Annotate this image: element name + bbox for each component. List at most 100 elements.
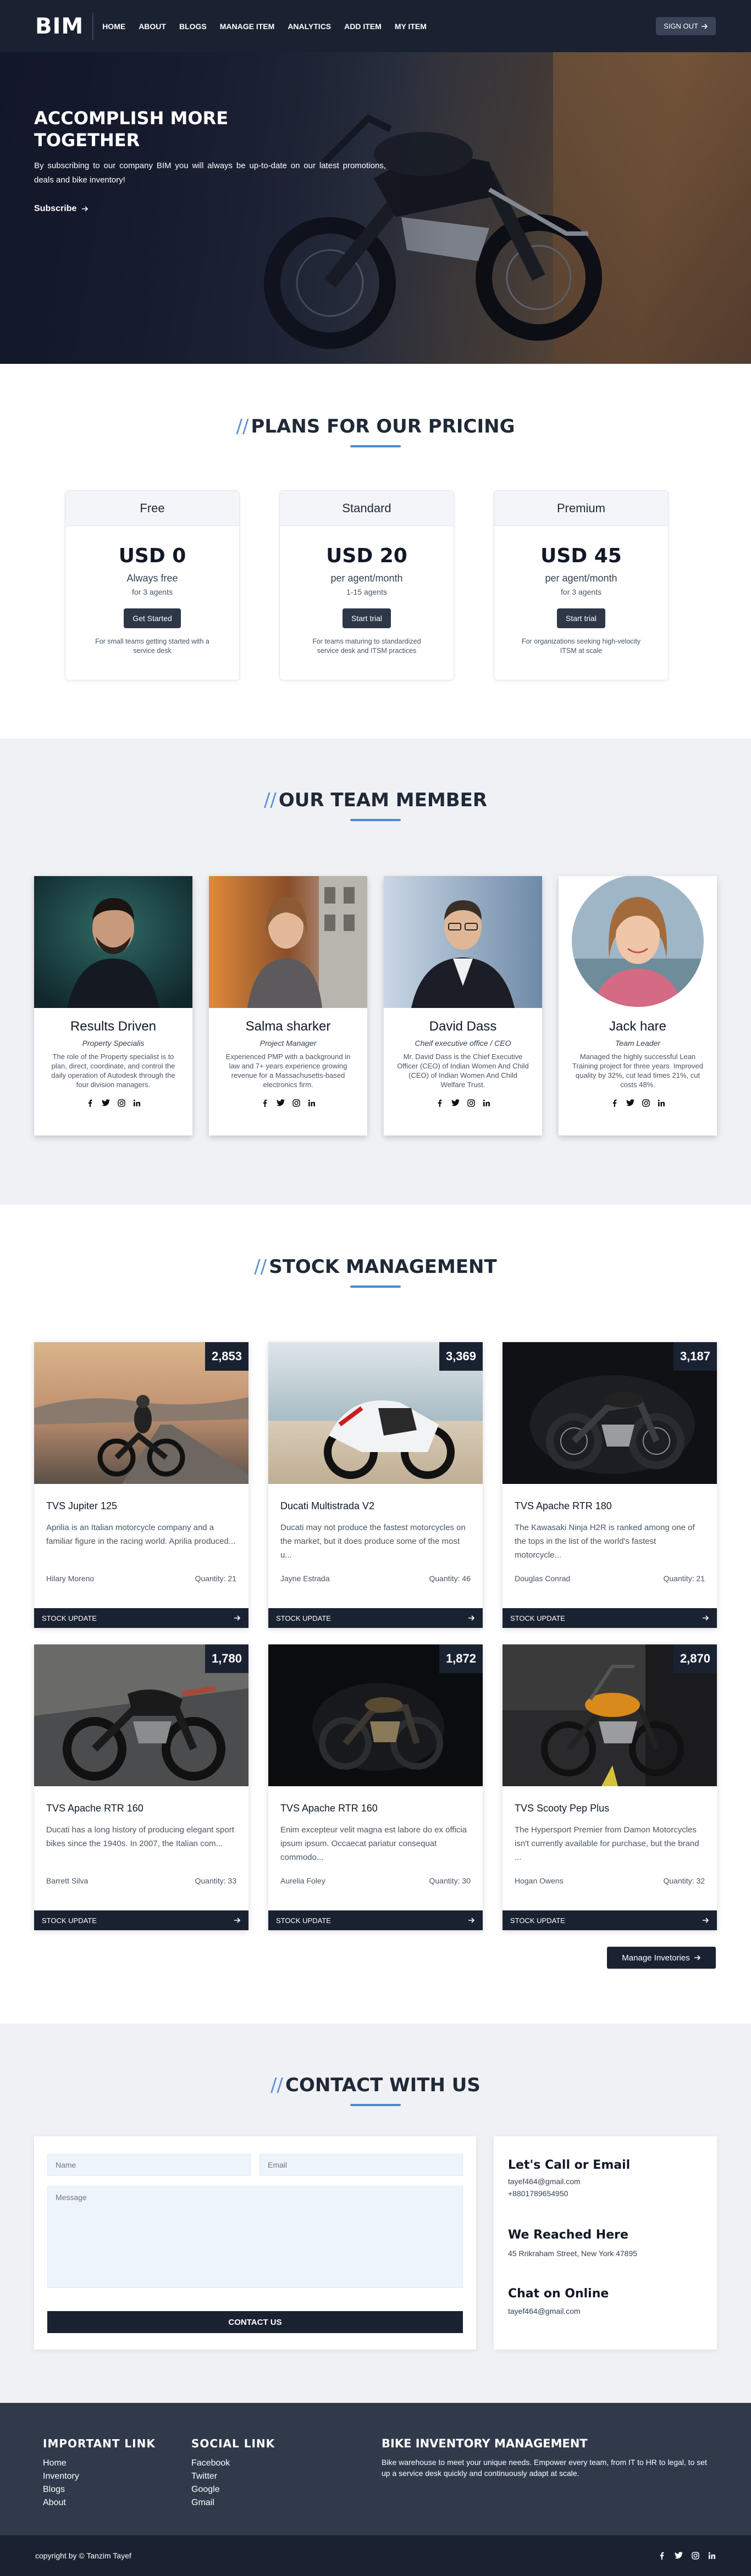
linkedin-icon[interactable] [483, 1099, 490, 1107]
instagram-icon[interactable] [467, 1099, 475, 1107]
instagram-icon[interactable] [117, 1099, 125, 1107]
instagram-icon[interactable] [642, 1099, 650, 1107]
stock-update-label: STOCK UPDATE [42, 1614, 97, 1622]
member-name: Jack hare [609, 1019, 667, 1034]
linkedin-icon[interactable] [658, 1099, 665, 1107]
manage-inventories-button[interactable]: Manage Invetories [607, 1947, 716, 1969]
chat-email[interactable]: tayef464@gmail.com [508, 2305, 703, 2317]
inventory-card: 3,369 Ducati Multistrada V2 Ducati may n… [268, 1342, 483, 1628]
member-role: Cheif executive office / CEO [415, 1039, 511, 1048]
facebook-icon[interactable] [436, 1099, 444, 1107]
arrow-right-icon [468, 1615, 475, 1621]
twitter-icon[interactable] [101, 1099, 110, 1107]
nav-analytics[interactable]: ANALYTICS [288, 22, 331, 31]
stock-update-button[interactable]: STOCK UPDATE [34, 1608, 249, 1628]
twitter-icon[interactable] [451, 1099, 460, 1107]
nav-manage-item[interactable]: MANAGE ITEM [220, 22, 275, 31]
linkedin-icon[interactable] [133, 1099, 141, 1107]
footer-about-title: BIKE INVENTORY MANAGEMENT [382, 2437, 588, 2450]
get-started-button[interactable]: Get Started [124, 608, 181, 628]
nav-my-item[interactable]: MY ITEM [395, 22, 427, 31]
stock-update-button[interactable]: STOCK UPDATE [268, 1608, 483, 1628]
item-quantity: Quantity: 21 [663, 1574, 705, 1583]
stock-update-button[interactable]: STOCK UPDATE [502, 1608, 717, 1628]
linkedin-icon[interactable] [708, 2552, 716, 2560]
stock-count-badge: 1,872 [439, 1644, 483, 1673]
subscribe-label: Subscribe [34, 204, 77, 213]
facebook-icon[interactable] [261, 1099, 269, 1107]
footer-about: BIKE INVENTORY MANAGEMENT Bike warehouse… [382, 2437, 711, 2479]
name-input[interactable] [47, 2154, 251, 2176]
nav-home[interactable]: HOME [102, 22, 125, 31]
stock-update-button[interactable]: STOCK UPDATE [502, 1910, 717, 1930]
twitter-icon[interactable] [626, 1099, 634, 1107]
hero-content: ACCOMPLISH MORE TOGETHER By subscribing … [34, 107, 386, 214]
email-input[interactable] [259, 2154, 463, 2176]
start-trial-button[interactable]: Start trial [342, 608, 391, 628]
footer-link-home[interactable]: Home [43, 2457, 156, 2470]
inventory-card: 1,780 TVS Apache RTR 160 Ducati has a lo… [34, 1644, 249, 1930]
footer-link-twitter[interactable]: Twitter [191, 2470, 275, 2483]
hero-banner: ACCOMPLISH MORE TOGETHER By subscribing … [0, 52, 751, 364]
inventory-card: 2,853 TVS Jupiter 125 Aprilia is an Ital… [34, 1342, 249, 1628]
supplier-name: Jayne Estrada [280, 1574, 330, 1583]
hero-subtitle: By subscribing to our company BIM you wi… [34, 161, 386, 185]
nav-blogs[interactable]: BLOGS [179, 22, 207, 31]
bike-image: 3,369 [268, 1342, 483, 1484]
item-description: The Kawasaki Ninja H2R is ranked among o… [515, 1523, 695, 1560]
member-name: Salma sharker [245, 1019, 331, 1034]
hero-title: ACCOMPLISH MORE TOGETHER [34, 108, 229, 151]
member-role: Team Leader [615, 1039, 660, 1048]
social-links-title: SOCIAL LINK [191, 2437, 275, 2450]
item-description: Ducati may not produce the fastest motor… [280, 1523, 466, 1560]
footer-link-about[interactable]: About [43, 2496, 156, 2509]
brand-logo[interactable]: BIM [35, 12, 94, 40]
stock-update-label: STOCK UPDATE [510, 1916, 565, 1925]
footer-link-google[interactable]: Google [191, 2483, 275, 2496]
supplier-name: Barrett Silva [46, 1876, 89, 1885]
facebook-icon[interactable] [658, 2552, 666, 2560]
copyright-text: copyright by © Tanzim Tayef [35, 2551, 131, 2560]
footer-link-facebook[interactable]: Facebook [191, 2457, 275, 2470]
bike-image: 2,870 [502, 1644, 717, 1786]
twitter-icon[interactable] [276, 1099, 285, 1107]
plan-note: For organizations seeking high-velocity … [521, 638, 641, 655]
nav-about[interactable]: ABOUT [139, 22, 166, 31]
instagram-icon[interactable] [292, 1099, 300, 1107]
footer-socials [658, 2552, 716, 2560]
stock-update-button[interactable]: STOCK UPDATE [34, 1910, 249, 1930]
plan-agents: for 3 agents [132, 588, 173, 596]
footer-about-text: Bike warehouse to meet your unique needs… [382, 2458, 707, 2478]
footer-link-inventory[interactable]: Inventory [43, 2470, 156, 2483]
footer-bottom-bar: copyright by © Tanzim Tayef [0, 2535, 751, 2576]
contact-phone[interactable]: +8801789654950 [508, 2187, 703, 2200]
instagram-icon[interactable] [692, 2552, 699, 2560]
sign-out-button[interactable]: SIGN OUT [656, 17, 716, 35]
title-underline [350, 2104, 401, 2106]
nav-add-item[interactable]: ADD ITEM [344, 22, 382, 31]
twitter-icon[interactable] [675, 2552, 683, 2560]
plan-card-premium: Premium USD 45 per agent/month for 3 age… [494, 490, 669, 680]
item-description: Enim excepteur velit magna est labore do… [280, 1825, 467, 1862]
message-input[interactable] [47, 2186, 463, 2288]
contact-submit-button[interactable]: CONTACT US [47, 2311, 463, 2333]
subscribe-button[interactable]: Subscribe [34, 204, 386, 214]
contact-info: Let's Call or Email tayef464@gmail.com +… [494, 2136, 717, 2350]
plan-name: Premium [494, 491, 668, 526]
plan-period: Always free [126, 573, 178, 584]
title-underline [350, 1286, 401, 1288]
footer-link-blogs[interactable]: Blogs [43, 2483, 156, 2496]
plan-period: per agent/month [545, 573, 617, 584]
plan-note: For teams maturing to standardized servi… [312, 638, 421, 655]
facebook-icon[interactable] [611, 1099, 619, 1107]
pricing-section: //PLANS FOR OUR PRICING Free USD 0 Alway… [0, 364, 751, 739]
facebook-icon[interactable] [86, 1099, 94, 1107]
title-underline [350, 445, 401, 447]
footer-link-gmail[interactable]: Gmail [191, 2496, 275, 2509]
plan-agents: for 3 agents [561, 588, 601, 596]
member-photo [209, 876, 367, 1008]
contact-email[interactable]: tayef464@gmail.com [508, 2175, 703, 2187]
start-trial-button[interactable]: Start trial [556, 608, 605, 628]
linkedin-icon[interactable] [308, 1099, 316, 1107]
stock-update-button[interactable]: STOCK UPDATE [268, 1910, 483, 1930]
